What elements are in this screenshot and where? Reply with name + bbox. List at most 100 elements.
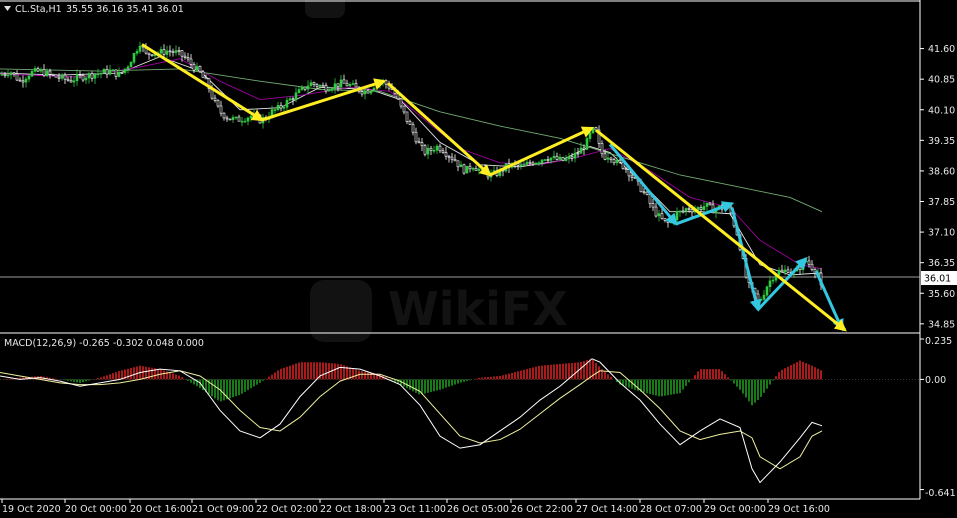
candle[interactable]	[165, 50, 169, 55]
candle[interactable]	[534, 162, 538, 165]
candle[interactable]	[573, 152, 577, 159]
candle[interactable]	[282, 106, 286, 109]
candle[interactable]	[588, 132, 592, 139]
candle[interactable]	[180, 50, 184, 57]
candle[interactable]	[6, 74, 10, 77]
candle[interactable]	[456, 160, 460, 168]
candle[interactable]	[558, 156, 562, 160]
candle[interactable]	[147, 52, 151, 56]
trading-chart[interactable]: WikiFX 0.235 0.00 -0.641 41.60 40.85 40.10…	[0, 0, 957, 518]
candle[interactable]	[54, 74, 58, 78]
candle[interactable]	[288, 98, 292, 101]
candle[interactable]	[429, 147, 433, 151]
candle[interactable]	[321, 84, 325, 87]
candle[interactable]	[345, 82, 349, 87]
candle[interactable]	[420, 142, 424, 147]
candle[interactable]	[213, 97, 217, 101]
candle[interactable]	[531, 162, 535, 165]
candle[interactable]	[90, 73, 94, 79]
candle[interactable]	[114, 69, 118, 77]
candle[interactable]	[702, 206, 706, 210]
candle[interactable]	[606, 157, 610, 160]
candle[interactable]	[183, 55, 187, 58]
candle[interactable]	[657, 213, 661, 217]
candle[interactable]	[807, 260, 811, 265]
candle[interactable]	[201, 71, 205, 78]
candle[interactable]	[195, 66, 199, 71]
candle[interactable]	[687, 208, 691, 210]
candle[interactable]	[243, 120, 247, 123]
candle[interactable]	[810, 263, 814, 270]
candle[interactable]	[132, 52, 136, 63]
candle[interactable]	[78, 74, 82, 76]
candle[interactable]	[57, 76, 61, 79]
candle[interactable]	[9, 72, 13, 76]
candle[interactable]	[786, 269, 790, 273]
candle[interactable]	[585, 138, 589, 150]
candle[interactable]	[630, 175, 634, 178]
candle[interactable]	[462, 164, 466, 174]
candle[interactable]	[627, 169, 631, 177]
candle[interactable]	[603, 153, 607, 160]
candle[interactable]	[651, 203, 655, 208]
candle[interactable]	[330, 88, 334, 91]
candle[interactable]	[699, 207, 703, 210]
candle[interactable]	[777, 269, 781, 276]
candle[interactable]	[756, 293, 760, 301]
candle[interactable]	[174, 50, 178, 53]
candle[interactable]	[51, 74, 55, 76]
candle[interactable]	[126, 66, 130, 70]
candle[interactable]	[216, 100, 220, 107]
candle[interactable]	[666, 220, 670, 223]
candle[interactable]	[618, 159, 622, 163]
candle[interactable]	[135, 51, 139, 54]
candle[interactable]	[45, 70, 49, 77]
candle[interactable]	[24, 78, 28, 83]
candle[interactable]	[624, 168, 628, 170]
candle[interactable]	[0, 74, 4, 76]
candle[interactable]	[60, 74, 64, 79]
candle[interactable]	[117, 71, 121, 77]
candle[interactable]	[543, 159, 547, 161]
candle[interactable]	[297, 89, 301, 94]
candle[interactable]	[642, 191, 646, 194]
candle[interactable]	[63, 74, 67, 80]
candle[interactable]	[42, 69, 46, 77]
candle[interactable]	[249, 115, 253, 119]
candle[interactable]	[303, 86, 307, 90]
candle[interactable]	[615, 159, 619, 164]
candle[interactable]	[327, 89, 331, 92]
candle[interactable]	[474, 167, 478, 171]
candle[interactable]	[285, 99, 289, 108]
candle[interactable]	[360, 91, 364, 95]
candle[interactable]	[21, 80, 25, 83]
candle[interactable]	[339, 79, 343, 88]
candle[interactable]	[69, 79, 73, 83]
candle[interactable]	[123, 68, 127, 73]
candle[interactable]	[186, 57, 190, 60]
candle[interactable]	[684, 208, 688, 212]
candle[interactable]	[189, 58, 193, 65]
candle[interactable]	[75, 74, 79, 82]
candle[interactable]	[240, 120, 244, 123]
candle[interactable]	[315, 84, 319, 87]
candle[interactable]	[306, 85, 310, 90]
candle[interactable]	[342, 79, 346, 84]
candle[interactable]	[177, 50, 181, 52]
candle[interactable]	[354, 83, 358, 88]
candle[interactable]	[333, 83, 337, 90]
candle[interactable]	[660, 213, 664, 219]
candle[interactable]	[168, 50, 172, 53]
candle[interactable]	[477, 168, 481, 171]
candle[interactable]	[528, 161, 532, 164]
candle[interactable]	[765, 286, 769, 296]
candle[interactable]	[540, 159, 544, 163]
candle[interactable]	[591, 127, 595, 134]
candle[interactable]	[162, 49, 166, 55]
candle[interactable]	[645, 191, 649, 195]
candle[interactable]	[690, 209, 694, 213]
candle[interactable]	[435, 145, 439, 151]
candle[interactable]	[537, 162, 541, 164]
candle[interactable]	[408, 121, 412, 125]
candle[interactable]	[39, 69, 43, 72]
